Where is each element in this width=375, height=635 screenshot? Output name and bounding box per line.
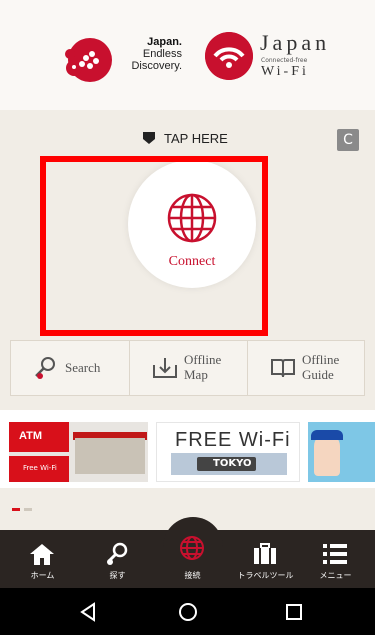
atm-badge: ATM — [9, 422, 69, 452]
wifi-logo-icon — [205, 32, 253, 80]
nav-item-menu[interactable]: メニュー — [298, 530, 373, 588]
header: Japan. Endless Discovery. Japan Connecte… — [0, 0, 375, 110]
banner-carousel: ATM Free Wi-Fi FREE Wi-Fi TOKYO — [0, 410, 375, 488]
free-wifi-title: FREE Wi-Fi — [175, 429, 291, 451]
nav-label-search: 探す — [109, 571, 126, 580]
atm-banner[interactable]: ATM Free Wi-Fi — [9, 422, 148, 482]
home-icon — [30, 544, 54, 565]
free-wifi-tokyo-banner[interactable]: FREE Wi-Fi TOKYO — [156, 422, 300, 482]
offline-map-label-line1: Offline — [184, 352, 222, 367]
atm-label: ATM — [19, 430, 43, 442]
nav-item-search[interactable]: 探す — [80, 530, 155, 588]
logo1-line1: Japan. — [147, 36, 182, 48]
nav-label-home: ホーム — [30, 571, 55, 580]
japan-endless-discovery-logo: Japan. Endless Discovery. — [60, 28, 190, 88]
logo1-line2: Endless — [142, 48, 182, 60]
feature-bar: Search Offline Map Offline Guide — [10, 340, 365, 396]
hat-graphic — [311, 430, 343, 440]
offline-map-label-line2: Map — [184, 367, 208, 382]
recent-apps-icon[interactable] — [282, 600, 306, 624]
luggage-icon — [254, 543, 276, 564]
offline-guide-button[interactable]: Offline Guide — [247, 341, 365, 395]
nav-label-menu: メニュー — [319, 571, 352, 580]
globe-icon — [180, 536, 204, 560]
logo1-line3: Discovery. — [131, 60, 182, 72]
system-nav-bar — [0, 588, 375, 635]
carousel-dot — [24, 508, 32, 511]
search-icon — [35, 357, 55, 379]
carousel-dot-active — [12, 508, 20, 511]
menu-icon — [323, 544, 347, 564]
free-wifi-badge-label: Free Wi-Fi — [23, 464, 57, 472]
refresh-button[interactable]: C — [337, 129, 359, 151]
logo2-wifi: Wi-Fi — [261, 64, 309, 79]
person-photo — [314, 434, 340, 476]
offline-map-button[interactable]: Offline Map — [129, 341, 248, 395]
offline-guide-label-line1: Offline — [302, 352, 340, 367]
search-feature-button[interactable]: Search — [11, 341, 129, 395]
nav-item-home[interactable]: ホーム — [5, 530, 80, 588]
tap-here-hint: TAP HERE — [0, 125, 375, 155]
offline-guide-icon — [271, 359, 295, 378]
carousel-indicator — [12, 496, 36, 515]
sakura-logo-icon — [65, 38, 112, 82]
search-feature-label: Search — [65, 360, 101, 375]
back-icon[interactable] — [76, 600, 100, 624]
tokyo-label: TOKYO — [197, 457, 257, 471]
nav-item-connect[interactable]: 接続 — [155, 530, 230, 588]
highlight-box — [40, 156, 268, 336]
nav-label-travel-tools: トラベルツール — [237, 571, 294, 580]
search-icon — [107, 542, 128, 565]
free-wifi-badge: Free Wi-Fi — [9, 456, 69, 482]
logo2-subtitle: Connected-free — [261, 57, 308, 64]
store-photo — [75, 438, 145, 474]
japan-connected-free-wifi-logo: Japan Connected-free Wi-Fi — [205, 28, 335, 88]
arrow-down-icon — [143, 132, 155, 144]
offline-guide-label-line2: Guide — [302, 367, 334, 382]
home-circle-icon[interactable] — [176, 600, 200, 624]
offline-map-icon — [153, 358, 177, 378]
refresh-icon: C — [343, 132, 353, 148]
promo-banner[interactable] — [308, 422, 375, 482]
tap-here-label: TAP HERE — [164, 131, 228, 146]
logo2-title: Japan — [260, 30, 331, 55]
nav-item-travel-tools[interactable]: トラベルツール — [228, 530, 303, 588]
nav-label-connect: 接続 — [184, 571, 201, 580]
